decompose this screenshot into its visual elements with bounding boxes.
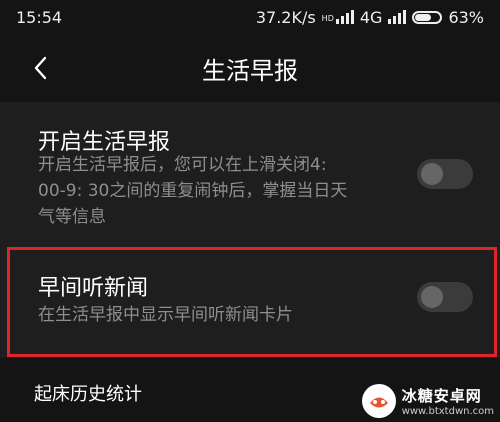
setting-desc-line-1: 开启生活早报后，您可以在上滑关闭4: xyxy=(38,155,327,175)
toggle-knob xyxy=(421,286,443,308)
page-title: 生活早报 xyxy=(202,57,298,85)
battery-icon xyxy=(412,10,443,24)
signal-icon-2 xyxy=(388,10,407,24)
network-type: 4G xyxy=(359,7,383,27)
toggle-knob xyxy=(421,163,443,185)
setting-desc-line-2: 00-9: 30之间的重复闹钟后，掌握当日天 xyxy=(38,181,348,201)
signal-icon xyxy=(335,10,354,24)
watermark-logo-icon xyxy=(361,384,396,418)
battery-percent: 63% xyxy=(448,7,484,27)
status-bar: 15:54 37.2K/s HD 4G 63% xyxy=(0,0,500,34)
hd-badge: HD xyxy=(321,13,334,23)
setting-daily-brief[interactable]: 开启生活早报 开启生活早报后，您可以在上滑关闭4: 00-9: 30之间的重复闹… xyxy=(0,102,500,246)
setting-wake-history[interactable]: 起床历史统计 冰糖安卓网 www.btxtdwn.com xyxy=(0,366,500,422)
header: 生活早报 xyxy=(0,34,500,102)
status-icons: 37.2K/s HD 4G 63% xyxy=(256,8,484,27)
setting-desc: 在生活早报中显示早间听新闻卡片 xyxy=(38,305,293,325)
watermark-url: www.btxtdwn.com xyxy=(401,406,494,417)
watermark: 冰糖安卓网 www.btxtdwn.com xyxy=(361,384,494,418)
watermark-name: 冰糖安卓网 xyxy=(401,387,482,405)
setting-title: 起床历史统计 xyxy=(34,384,142,405)
setting-desc-line-3: 气等信息 xyxy=(38,207,106,227)
network-speed: 37.2K/s xyxy=(255,7,316,27)
status-time: 15:54 xyxy=(16,7,63,27)
daily-brief-toggle[interactable] xyxy=(417,159,473,189)
setting-title: 早间听新闻 xyxy=(38,276,149,301)
setting-morning-news[interactable]: 早间听新闻 在生活早报中显示早间听新闻卡片 xyxy=(0,246,500,358)
morning-news-toggle[interactable] xyxy=(417,282,473,312)
